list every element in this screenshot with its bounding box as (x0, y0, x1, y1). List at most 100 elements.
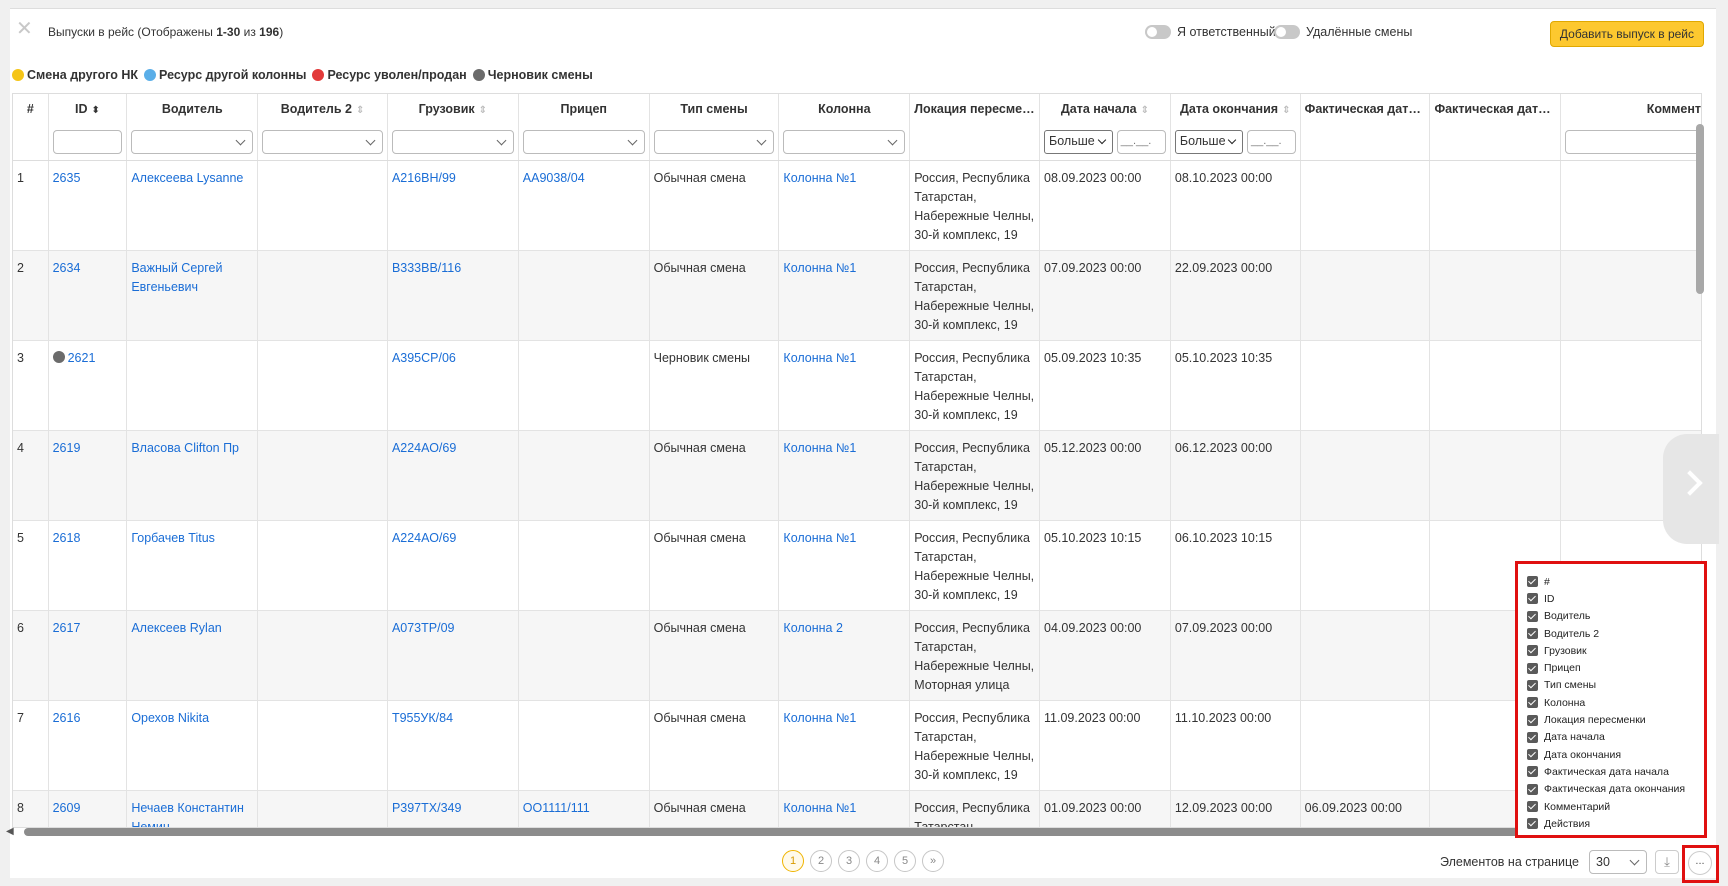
column-toggle-item[interactable]: Колонна (1527, 694, 1704, 711)
column-header[interactable]: ID ⬍ (48, 94, 128, 124)
column-header[interactable]: Коммент (1560, 94, 1701, 124)
responsible-toggle[interactable]: Я ответственный (1145, 25, 1276, 39)
column-toggle-item[interactable]: # (1527, 573, 1704, 590)
filter-select[interactable] (131, 129, 254, 154)
column-header[interactable]: Тип смены (649, 94, 780, 124)
cell-id-text[interactable]: 2634 (53, 261, 81, 275)
cell-truck-text[interactable]: А395СР/06 (392, 351, 456, 365)
checkbox-checked-icon[interactable] (1527, 783, 1538, 795)
checkbox-checked-icon[interactable] (1527, 818, 1538, 830)
date-input[interactable]: __.__. (1246, 129, 1296, 154)
cell-column-text[interactable]: Колонна №1 (783, 351, 856, 365)
horizontal-scrollbar[interactable] (24, 828, 1526, 836)
cell-truck-text[interactable]: Т955УК/84 (392, 711, 453, 725)
date-operator-select[interactable]: Больше (1044, 129, 1113, 154)
column-toggle-item[interactable]: Тип смены (1527, 677, 1704, 694)
checkbox-checked-icon[interactable] (1527, 610, 1538, 622)
checkbox-checked-icon[interactable] (1527, 697, 1538, 709)
checkbox-checked-icon[interactable] (1527, 714, 1538, 726)
column-toggle-item[interactable]: Фактическая дата начала (1527, 763, 1704, 780)
sort-icon[interactable]: ⬍ (92, 105, 100, 116)
sort-icon[interactable]: ⇕ (1282, 105, 1290, 116)
cell-column-text[interactable]: Колонна №1 (783, 711, 856, 725)
column-toggle-item[interactable]: Локация пересменки (1527, 711, 1704, 728)
scroll-left-icon[interactable]: ◀ (6, 826, 14, 837)
filter-select[interactable] (522, 129, 645, 154)
filter-input[interactable] (1565, 129, 1701, 154)
checkbox-checked-icon[interactable] (1527, 662, 1538, 674)
page-button[interactable]: 2 (810, 850, 832, 872)
cell-id-text[interactable]: 2618 (53, 531, 81, 545)
cell-id-text[interactable]: 2621 (68, 351, 96, 365)
page-button[interactable]: 3 (838, 850, 860, 872)
cell-truck-text[interactable]: А073ТР/09 (392, 621, 455, 635)
toggle-switch[interactable] (1274, 25, 1300, 39)
column-header[interactable]: Фактическая дата ... (1300, 94, 1431, 124)
cell-truck-text[interactable]: А224АО/69 (392, 441, 456, 455)
table-row[interactable]: 2 2634 Важный Сергей Евгеньевич В333ВВ/116 О… (13, 250, 1701, 341)
cell-id-text[interactable]: 2635 (53, 171, 81, 185)
cell-truck-text[interactable]: А216ВН/99 (392, 171, 456, 185)
cell-driver-text[interactable]: Орехов Nikita (131, 711, 209, 725)
cell-trailer-text[interactable]: АА9038/04 (523, 171, 585, 185)
column-header[interactable]: Водитель (126, 94, 259, 124)
column-header[interactable]: # (13, 94, 49, 124)
cell-column-text[interactable]: Колонна №1 (783, 531, 856, 545)
cell-id-text[interactable]: 2619 (53, 441, 81, 455)
page-button[interactable]: 4 (866, 850, 888, 872)
deleted-shifts-toggle[interactable]: Удалённые смены (1274, 25, 1412, 39)
page-button[interactable]: 5 (894, 850, 916, 872)
column-header[interactable]: Локация пересмен... (909, 94, 1041, 124)
table-row[interactable]: 7 2616 Орехов Nikita Т955УК/84 Обычная смена… (13, 700, 1701, 791)
cell-truck-text[interactable]: В333ВВ/116 (392, 261, 461, 275)
cell-trailer-text[interactable]: ОО1111/111 (523, 801, 590, 815)
column-header[interactable]: Прицеп (518, 94, 650, 124)
page-button[interactable]: 1 (782, 850, 804, 872)
per-page-select[interactable]: 30 (1589, 850, 1647, 874)
cell-driver-text[interactable]: Важный Сергей Евгеньевич (131, 261, 222, 294)
cell-id-text[interactable]: 2609 (53, 801, 81, 815)
cell-driver-text[interactable]: Алексеев Rylan (131, 621, 221, 635)
sort-icon[interactable]: ⇕ (1141, 105, 1149, 116)
close-icon[interactable]: ✕ (16, 19, 33, 39)
column-header[interactable]: Дата начала ⇕ (1039, 94, 1171, 124)
date-operator-select[interactable]: Больше (1174, 129, 1243, 154)
cell-truck-text[interactable]: Р397ТХ/349 (392, 801, 462, 815)
cell-column-text[interactable]: Колонна №1 (783, 801, 856, 815)
column-toggle-item[interactable]: Комментарий (1527, 798, 1704, 815)
sort-icon[interactable]: ⇕ (356, 105, 364, 116)
add-release-button[interactable]: Добавить выпуск в рейс (1549, 21, 1704, 47)
cell-id-text[interactable]: 2616 (53, 711, 81, 725)
cell-truck-text[interactable]: А224АО/69 (392, 531, 456, 545)
checkbox-checked-icon[interactable] (1527, 766, 1538, 778)
cell-id-text[interactable]: 2617 (53, 621, 81, 635)
cell-column-text[interactable]: Колонна №1 (783, 171, 856, 185)
filter-input[interactable] (52, 129, 123, 154)
column-toggle-item[interactable]: ID (1527, 590, 1704, 607)
column-toggle-item[interactable]: Водитель (1527, 608, 1704, 625)
column-header[interactable]: Грузовик ⇕ (387, 94, 519, 124)
checkbox-checked-icon[interactable] (1527, 731, 1538, 743)
cell-column-text[interactable]: Колонна 2 (783, 621, 843, 635)
column-toggle-item[interactable]: Фактическая дата окончания (1527, 781, 1704, 798)
next-page-button[interactable]: » (922, 850, 944, 872)
checkbox-checked-icon[interactable] (1527, 801, 1538, 812)
cell-column-text[interactable]: Колонна №1 (783, 441, 856, 455)
column-toggle-item[interactable]: Грузовик (1527, 642, 1704, 659)
table-row[interactable]: 4 2619 Власова Clifton Пр А224АО/69 Обычная … (13, 430, 1701, 521)
filter-select[interactable] (653, 129, 775, 154)
column-toggle-item[interactable]: Водитель 2 (1527, 625, 1704, 642)
filter-select[interactable] (391, 129, 514, 154)
download-icon[interactable]: ⤓ (1655, 850, 1679, 874)
checkbox-checked-icon[interactable] (1527, 679, 1538, 691)
column-header[interactable]: Колонна (778, 94, 911, 124)
column-toggle-item[interactable]: Дата начала (1527, 729, 1704, 746)
next-arrow-button[interactable] (1663, 434, 1719, 544)
filter-select[interactable] (262, 129, 383, 154)
cell-driver-text[interactable]: Власова Clifton Пр (131, 441, 239, 455)
table-row[interactable]: 6 2617 Алексеев Rylan А073ТР/09 Обычная смен… (13, 610, 1701, 701)
checkbox-checked-icon[interactable] (1527, 593, 1538, 605)
column-header[interactable]: Фактическая дата ... (1429, 94, 1562, 124)
filter-select[interactable] (783, 129, 906, 154)
table-row[interactable]: 1 2635 Алексеева Lysanne А216ВН/99 АА9038/04… (13, 160, 1701, 251)
